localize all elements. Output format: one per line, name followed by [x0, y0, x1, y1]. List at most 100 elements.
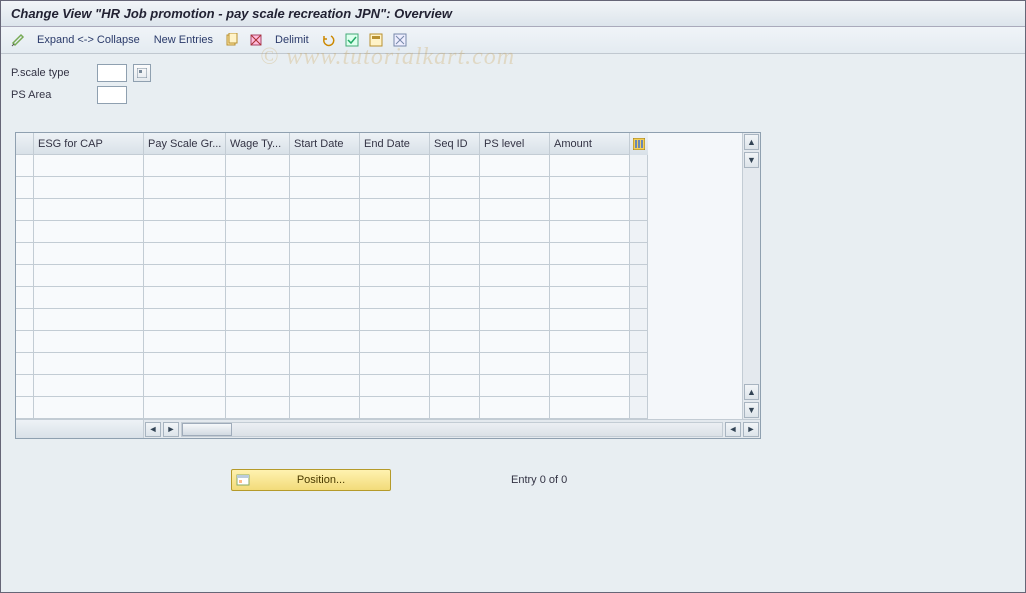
table-cell[interactable]	[430, 353, 480, 375]
select-all-icon[interactable]	[343, 31, 361, 49]
row-selector[interactable]	[16, 155, 34, 177]
table-cell[interactable]	[480, 265, 550, 287]
col-pay-scale-group[interactable]: Pay Scale Gr...	[144, 133, 226, 155]
table-cell[interactable]	[34, 265, 144, 287]
col-ps-level[interactable]: PS level	[480, 133, 550, 155]
table-cell[interactable]	[480, 331, 550, 353]
table-cell[interactable]	[34, 331, 144, 353]
table-cell[interactable]	[144, 265, 226, 287]
table-cell[interactable]	[226, 265, 290, 287]
table-cell[interactable]	[480, 243, 550, 265]
undo-icon[interactable]	[319, 31, 337, 49]
scroll-left-step-button[interactable]: ◄	[725, 422, 741, 437]
table-cell[interactable]	[550, 375, 630, 397]
position-button[interactable]: Position...	[231, 469, 391, 491]
table-cell[interactable]	[290, 155, 360, 177]
table-cell[interactable]	[360, 331, 430, 353]
table-cell[interactable]	[550, 397, 630, 419]
col-esg-for-cap[interactable]: ESG for CAP	[34, 133, 144, 155]
table-cell[interactable]	[226, 287, 290, 309]
table-cell[interactable]	[290, 265, 360, 287]
table-cell[interactable]	[430, 265, 480, 287]
row-selector[interactable]	[16, 375, 34, 397]
table-cell[interactable]	[290, 309, 360, 331]
table-cell[interactable]	[226, 155, 290, 177]
table-cell[interactable]	[34, 309, 144, 331]
table-cell[interactable]	[480, 309, 550, 331]
table-cell[interactable]	[226, 353, 290, 375]
table-cell[interactable]	[290, 221, 360, 243]
select-block-icon[interactable]	[367, 31, 385, 49]
table-cell[interactable]	[290, 397, 360, 419]
table-cell[interactable]	[430, 243, 480, 265]
table-cell[interactable]	[144, 221, 226, 243]
table-cell[interactable]	[144, 309, 226, 331]
hscroll-thumb[interactable]	[182, 423, 232, 436]
table-config-button[interactable]	[630, 133, 648, 155]
table-cell[interactable]	[550, 309, 630, 331]
table-cell[interactable]	[550, 331, 630, 353]
pscale-type-f4-button[interactable]	[133, 64, 151, 82]
table-cell[interactable]	[480, 177, 550, 199]
col-end-date[interactable]: End Date	[360, 133, 430, 155]
table-cell[interactable]	[550, 287, 630, 309]
table-cell[interactable]	[550, 353, 630, 375]
scroll-up-step-button[interactable]: ▲	[744, 384, 759, 400]
table-cell[interactable]	[430, 199, 480, 221]
row-selector[interactable]	[16, 177, 34, 199]
scroll-right-button[interactable]: ►	[743, 422, 759, 437]
table-cell[interactable]	[430, 309, 480, 331]
table-cell[interactable]	[290, 177, 360, 199]
table-cell[interactable]	[226, 397, 290, 419]
table-cell[interactable]	[226, 199, 290, 221]
table-cell[interactable]	[480, 375, 550, 397]
table-cell[interactable]	[290, 199, 360, 221]
row-selector[interactable]	[16, 243, 34, 265]
table-cell[interactable]	[34, 243, 144, 265]
table-cell[interactable]	[360, 221, 430, 243]
table-cell[interactable]	[290, 287, 360, 309]
row-selector[interactable]	[16, 397, 34, 419]
table-cell[interactable]	[226, 331, 290, 353]
table-cell[interactable]	[360, 287, 430, 309]
table-cell[interactable]	[226, 243, 290, 265]
table-cell[interactable]	[34, 221, 144, 243]
table-cell[interactable]	[34, 155, 144, 177]
scroll-up-button[interactable]: ▲	[744, 134, 759, 150]
horizontal-scrollbar[interactable]: ◄ ► ◄ ►	[16, 419, 760, 438]
row-selector[interactable]	[16, 331, 34, 353]
table-cell[interactable]	[290, 375, 360, 397]
row-selector[interactable]	[16, 221, 34, 243]
table-cell[interactable]	[430, 375, 480, 397]
new-entries-link[interactable]: New Entries	[150, 32, 217, 48]
table-cell[interactable]	[360, 309, 430, 331]
table-cell[interactable]	[360, 375, 430, 397]
table-cell[interactable]	[144, 287, 226, 309]
col-amount[interactable]: Amount	[550, 133, 630, 155]
table-cell[interactable]	[480, 155, 550, 177]
delete-icon[interactable]	[247, 31, 265, 49]
table-cell[interactable]	[430, 397, 480, 419]
table-cell[interactable]	[360, 265, 430, 287]
scroll-down-button[interactable]: ▼	[744, 402, 759, 418]
scroll-left-button[interactable]: ◄	[145, 422, 161, 437]
vertical-scrollbar[interactable]: ▲ ▼ ▲ ▼	[742, 133, 760, 419]
table-cell[interactable]	[34, 397, 144, 419]
table-cell[interactable]	[360, 353, 430, 375]
hscroll-track[interactable]	[181, 422, 723, 437]
table-cell[interactable]	[430, 331, 480, 353]
table-cell[interactable]	[144, 331, 226, 353]
row-selector[interactable]	[16, 199, 34, 221]
delimit-link[interactable]: Delimit	[271, 32, 313, 48]
table-cell[interactable]	[480, 287, 550, 309]
select-all-rows[interactable]	[16, 133, 34, 155]
table-cell[interactable]	[34, 177, 144, 199]
table-cell[interactable]	[480, 397, 550, 419]
table-cell[interactable]	[290, 331, 360, 353]
table-cell[interactable]	[226, 177, 290, 199]
table-cell[interactable]	[144, 199, 226, 221]
table-cell[interactable]	[360, 177, 430, 199]
table-cell[interactable]	[144, 155, 226, 177]
scroll-down-step-button[interactable]: ▼	[744, 152, 759, 168]
row-selector[interactable]	[16, 309, 34, 331]
